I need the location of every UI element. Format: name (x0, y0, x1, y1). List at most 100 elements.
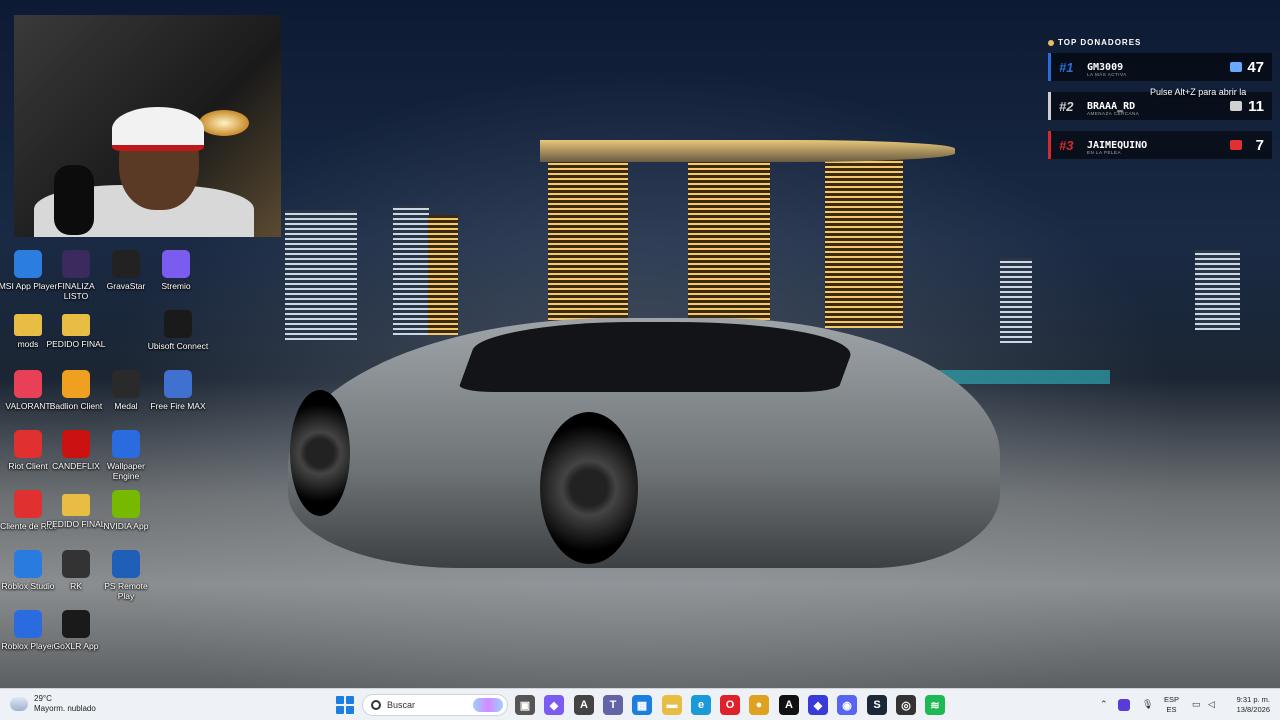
building (548, 150, 628, 325)
donor-amount: 7 (1255, 136, 1264, 154)
donor-row: #3 JAIMEQUINO EN LA PELEA 7 (1048, 131, 1272, 159)
wallpaper-engine-icon (112, 430, 140, 458)
start-button[interactable] (336, 696, 354, 714)
building (428, 215, 458, 335)
badlion-icon (62, 370, 90, 398)
valorant-icon (14, 370, 42, 398)
edge-icon[interactable]: e (691, 695, 711, 715)
skypark (540, 140, 955, 162)
discord-icon[interactable]: ◉ (837, 695, 857, 715)
desktop-icon[interactable]: Stremio (148, 248, 204, 308)
desktop-icon-label: NVIDIA App (103, 521, 149, 531)
clock[interactable]: 9:31 p. m. 13/8/2026 (1226, 695, 1270, 715)
desktop-icon-label: PEDIDO FINAL (46, 339, 106, 349)
donor-subtitle: EN LA PELEA (1087, 150, 1122, 155)
desktop-icon[interactable]: Wallpaper Engine (98, 428, 154, 488)
weather-widget[interactable]: 29°C Mayorm. nublado (10, 694, 96, 714)
ps-remote-icon (112, 550, 140, 578)
candeflix-icon (62, 430, 90, 458)
network-icon[interactable]: ▭ (1192, 699, 1201, 710)
donor-name: JAIMEQUINO (1087, 139, 1148, 151)
donor-subtitle: AMENAZA CERCANA (1087, 111, 1140, 116)
file-explorer-icon[interactable]: ▬ (662, 695, 682, 715)
msi-icon (14, 250, 42, 278)
rk-icon (62, 550, 90, 578)
folder-icon (62, 494, 90, 516)
gift-icon (1230, 140, 1242, 150)
building (1195, 250, 1240, 330)
kick-icon[interactable]: ◆ (808, 695, 828, 715)
spotify-icon[interactable]: ≋ (925, 695, 945, 715)
microphone (54, 165, 94, 235)
desktop-icon[interactable]: PEDIDO FINAL (46, 488, 106, 548)
chrome-icon[interactable]: ● (749, 695, 769, 715)
desktop-icon[interactable]: Free Fire MAX (150, 368, 206, 428)
desktop-icon[interactable]: Badlion Client (48, 368, 104, 428)
opera-icon[interactable]: O (720, 695, 740, 715)
desktop-icon[interactable]: PS Remote Play (98, 548, 154, 608)
desktop-icon[interactable]: Ubisoft Connect (147, 308, 209, 368)
desktop-icon-label: PS Remote Play (104, 581, 148, 601)
microphone-icon[interactable]: 🎙 (1142, 699, 1153, 710)
task-view-icon[interactable]: ▣ (515, 695, 535, 715)
obs-icon[interactable]: ◎ (896, 695, 916, 715)
search-icon (371, 700, 381, 710)
donor-name: GM3009 (1087, 61, 1124, 73)
windows-logo-icon (336, 696, 344, 704)
taskbar: 29°C Mayorm. nublado Buscar ▣ ◆ A T ▦ ▬ e O ● A ◆ ◉… (0, 688, 1280, 720)
building (825, 158, 903, 328)
building (688, 150, 770, 325)
goxlr-icon (62, 610, 90, 638)
widgets-icon[interactable]: A (574, 695, 594, 715)
desktop-icon-label: GoXLR App (53, 641, 99, 651)
store-icon[interactable]: ▦ (632, 695, 652, 715)
steam-icon[interactable]: S (867, 695, 887, 715)
folder-icon (14, 314, 42, 336)
volume-icon[interactable]: ◁ (1208, 699, 1215, 710)
desktop-icon-label: Free Fire MAX (150, 401, 206, 411)
riot-icon (14, 490, 42, 518)
desktop-icon[interactable]: GoXLR App (48, 608, 104, 668)
weather-condition: Mayorm. nublado (34, 704, 96, 713)
desktop-icon[interactable]: Medal (98, 368, 154, 428)
free-fire-icon (164, 370, 192, 398)
desktop-icon-label: Stremio (161, 281, 191, 291)
language-code: ESP (1164, 695, 1180, 704)
donor-name: BRAAA_RD (1087, 100, 1136, 112)
copilot-icon[interactable]: ◆ (544, 695, 564, 715)
crown-icon (1048, 39, 1054, 46)
car-wheel-rear (290, 390, 350, 516)
nvidia-app-icon[interactable]: A (779, 695, 799, 715)
video-thumbnail-icon (62, 250, 90, 278)
windows-logo-icon (346, 706, 354, 714)
donor-amount: 11 (1248, 97, 1264, 115)
tray-app-icon[interactable] (1118, 699, 1130, 711)
cloud-icon (10, 697, 28, 711)
gift-icon (1230, 101, 1242, 111)
roblox-icon (14, 610, 42, 638)
folder-icon (62, 314, 90, 336)
desktop-icon[interactable]: FINALIZA LISTO (48, 248, 104, 308)
teams-icon[interactable]: T (603, 695, 623, 715)
desktop-icon-label: Ubisoft Connect (147, 341, 209, 351)
donor-list: #1 GM3009 LA MÁS ACTIVA 47 #2 BRAAA_RD A… (1048, 53, 1272, 159)
donor-row: #1 GM3009 LA MÁS ACTIVA 47 (1048, 53, 1272, 81)
windows-logo-icon (336, 706, 344, 714)
lamp (199, 110, 249, 136)
building (1000, 258, 1032, 343)
chevron-up-icon[interactable]: ⌃ (1100, 699, 1108, 710)
desktop-icon[interactable]: NVIDIA App (98, 488, 154, 548)
roblox-studio-icon (14, 550, 42, 578)
language-indicator[interactable]: ESP ES (1164, 695, 1179, 715)
desktop-icon[interactable]: PEDIDO FINAL (46, 308, 106, 368)
windows-logo-icon (346, 696, 354, 704)
search-highlight-icon (473, 698, 503, 712)
weather-temp: 29°C (34, 694, 52, 703)
taskbar-search[interactable]: Buscar (362, 694, 508, 716)
desktop-icon[interactable]: GravaStar (98, 248, 154, 308)
donors-title: TOP DONADORES (1048, 38, 1272, 47)
person-cap (112, 107, 204, 151)
riot-icon (14, 430, 42, 458)
nvidia-icon (112, 490, 140, 518)
top-donors-widget: TOP DONADORES #1 GM3009 LA MÁS ACTIVA 47… (1048, 38, 1272, 170)
